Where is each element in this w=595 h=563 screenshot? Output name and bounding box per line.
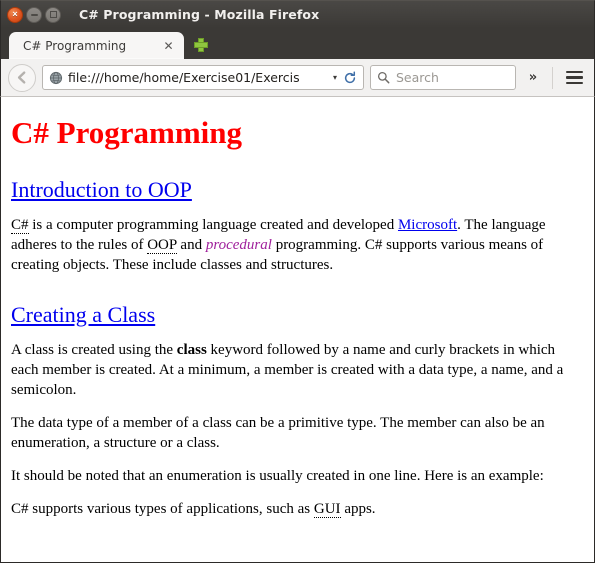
page-content: C# Programming Introduction to OOP C# is…: [0, 97, 595, 563]
menu-icon-line: [565, 81, 583, 85]
minimize-window-button[interactable]: [26, 6, 42, 23]
menu-icon-line: [565, 76, 583, 79]
url-bar[interactable]: file:///home/home/Exercise01/Exercis ▾: [42, 65, 364, 90]
search-bar[interactable]: Search: [370, 65, 516, 90]
abbr-oop: OOP: [147, 236, 177, 254]
window-title: C# Programming - Mozilla Firefox: [79, 7, 320, 22]
text-run: and: [176, 236, 206, 253]
emphasis-procedural: procedural: [205, 236, 272, 253]
firefox-window: × C# Programming - Mozilla Firefox C# Pr…: [0, 0, 595, 563]
paragraph-class-creation: A class is created using the class keywo…: [11, 341, 584, 401]
new-tab-button[interactable]: [188, 32, 214, 58]
search-input[interactable]: Search: [396, 70, 439, 85]
title-bar: × C# Programming - Mozilla Firefox: [0, 0, 595, 28]
tab-close-icon[interactable]: ✕: [161, 38, 176, 53]
maximize-icon: [49, 11, 57, 18]
abbr-gui: GUI: [313, 500, 341, 518]
text-run: is a computer programming language creat…: [28, 217, 398, 234]
reload-button[interactable]: [342, 70, 358, 86]
maximize-window-button[interactable]: [45, 6, 61, 23]
plus-icon: [194, 38, 208, 52]
toolbar-divider: [552, 66, 553, 89]
minimize-icon: [30, 13, 38, 16]
paragraph-data-type: The data type of a member of a class can…: [11, 415, 545, 451]
keyword-class: class: [176, 342, 207, 359]
reload-icon: [344, 70, 356, 83]
back-button[interactable]: [8, 63, 36, 92]
text-run: C# supports various types of application…: [11, 500, 314, 517]
text-run: A class is created using the: [11, 342, 177, 359]
tab-label: C# Programming: [23, 38, 127, 53]
window-controls: ×: [7, 6, 61, 23]
link-creating-a-class[interactable]: Creating a Class: [11, 302, 155, 327]
tab-c-sharp-programming[interactable]: C# Programming ✕: [9, 32, 184, 59]
menu-icon-line: [565, 70, 583, 74]
section-heading-creating-a-class: Creating a Class: [11, 302, 584, 328]
navigation-toolbar: file:///home/home/Exercise01/Exercis ▾ S…: [0, 59, 595, 97]
paragraph-enumeration-note: It should be noted that an enumeration i…: [11, 467, 544, 484]
overflow-menu-button[interactable]: »: [522, 65, 544, 91]
search-icon: [377, 71, 390, 84]
page-title: C# Programming: [11, 115, 243, 150]
abbr-csharp: C#: [11, 217, 29, 235]
globe-icon: [49, 71, 63, 84]
text-run: apps.: [340, 500, 376, 517]
chevron-down-icon[interactable]: ▾: [333, 73, 337, 82]
tab-strip: C# Programming ✕: [0, 28, 595, 59]
paragraph-intro: C# is a computer programming language cr…: [11, 216, 584, 276]
hamburger-menu-button[interactable]: [561, 65, 587, 91]
link-introduction-to-oop[interactable]: Introduction to OOP: [11, 177, 192, 202]
back-arrow-icon: [17, 71, 25, 84]
close-icon: ×: [12, 9, 18, 19]
section-heading-introduction-to-oop: Introduction to OOP: [11, 177, 584, 203]
paragraph-applications: C# supports various types of application…: [11, 500, 584, 520]
link-microsoft[interactable]: Microsoft: [398, 217, 457, 233]
close-window-button[interactable]: ×: [7, 6, 23, 23]
url-text[interactable]: file:///home/home/Exercise01/Exercis: [68, 70, 330, 85]
